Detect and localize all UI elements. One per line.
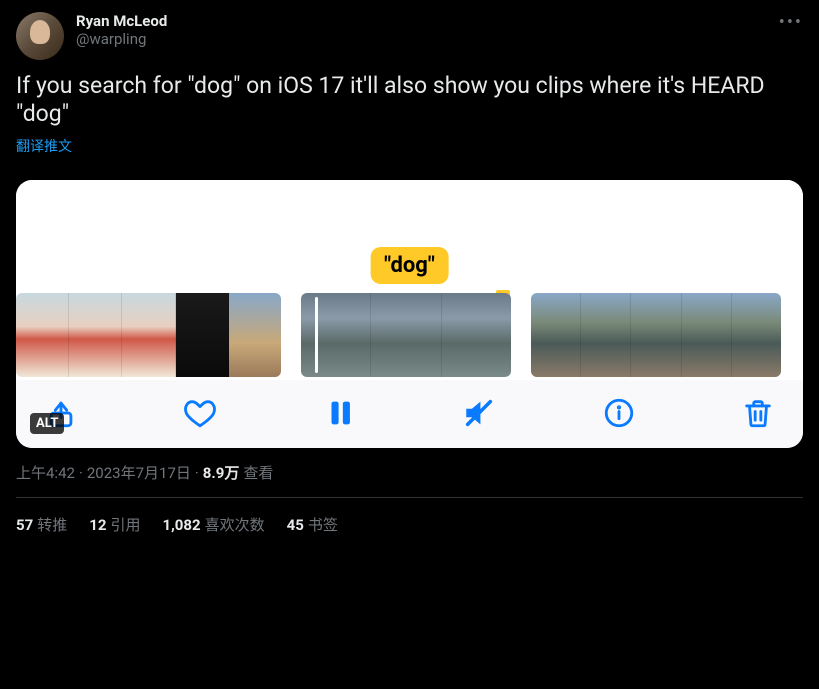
tweet-text: If you search for "dog" on iOS 17 it'll … (16, 72, 803, 128)
retweets-stat[interactable]: 57转推 (16, 514, 67, 535)
handle: @warpling (76, 30, 767, 48)
media-preview-top: "dog" (16, 180, 803, 290)
clip-frame (442, 293, 511, 377)
display-name: Ryan McLeod (76, 12, 767, 30)
mute-icon[interactable] (462, 396, 496, 430)
clip-frame (581, 293, 631, 377)
trash-icon[interactable] (741, 396, 775, 430)
translate-link[interactable]: 翻译推文 (16, 136, 72, 156)
heart-icon[interactable] (183, 396, 217, 430)
meta-separator: · (79, 464, 83, 482)
quotes-stat[interactable]: 12引用 (89, 514, 140, 535)
views-number: 8.9万 (203, 462, 240, 483)
clip-group[interactable] (531, 293, 781, 377)
alt-badge[interactable]: ALT (30, 413, 64, 434)
clip-frame (301, 293, 371, 377)
clip-frame (371, 293, 441, 377)
clip-group[interactable] (16, 293, 281, 377)
clip-frame (229, 293, 281, 377)
stat-label: 转推 (37, 516, 67, 534)
tweet-header: Ryan McLeod @warpling ••• (16, 12, 803, 60)
stat-label: 引用 (110, 516, 140, 534)
tweet-meta: 上午4:42 · 2023年7月17日 · 8.9万 查看 (16, 462, 803, 483)
avatar[interactable] (16, 12, 64, 60)
clip-frame (682, 293, 732, 377)
likes-stat[interactable]: 1,082 喜欢次数 (162, 514, 264, 535)
caption-bubble: "dog" (370, 247, 449, 284)
clip-frame (531, 293, 581, 377)
more-icon[interactable]: ••• (779, 12, 803, 33)
bookmarks-stat[interactable]: 45书签 (287, 514, 338, 535)
media-card[interactable]: "dog" (16, 180, 803, 448)
clip-group[interactable] (301, 293, 511, 377)
clip-frame (732, 293, 781, 377)
clip-frame (16, 293, 69, 377)
stat-number: 57 (16, 516, 33, 534)
stat-number: 12 (89, 516, 106, 534)
clip-frame (176, 293, 229, 377)
stat-label: 喜欢次数 (205, 516, 265, 534)
pause-icon[interactable] (323, 396, 357, 430)
media-toolbar (16, 380, 803, 448)
stat-number: 45 (287, 516, 304, 534)
meta-separator: · (195, 464, 199, 482)
tweet-date[interactable]: 2023年7月17日 (87, 462, 191, 483)
stat-number: 1,082 (162, 516, 200, 534)
stats-row: 57转推 12引用 1,082 喜欢次数 45书签 (16, 498, 803, 535)
clip-frame (69, 293, 122, 377)
author-names[interactable]: Ryan McLeod @warpling (76, 12, 767, 48)
clip-frame (122, 293, 175, 377)
tweet-container: Ryan McLeod @warpling ••• If you search … (0, 0, 819, 547)
clip-frame (631, 293, 681, 377)
views-label: 查看 (243, 462, 273, 483)
stat-label: 书签 (308, 516, 338, 534)
info-icon[interactable] (602, 396, 636, 430)
video-timeline[interactable] (16, 290, 803, 380)
tweet-time[interactable]: 上午4:42 (16, 462, 75, 483)
